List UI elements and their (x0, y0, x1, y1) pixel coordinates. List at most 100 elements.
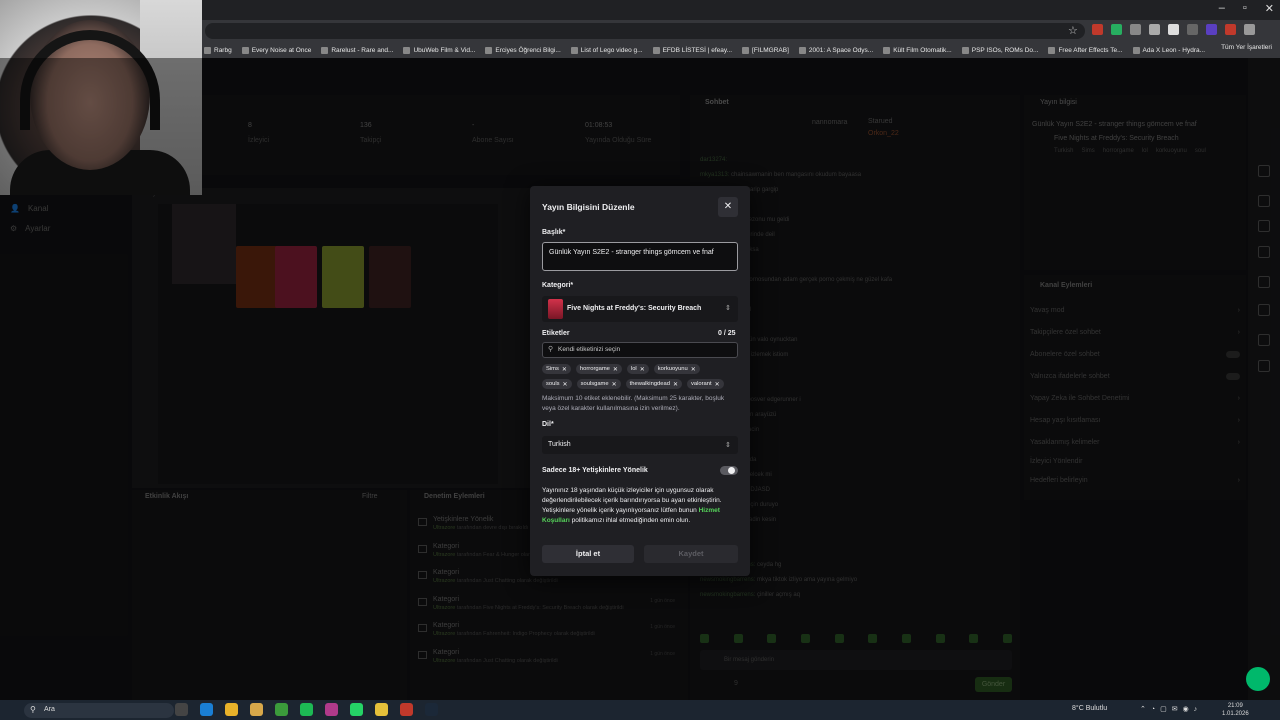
tag-chip[interactable]: thewalkingdead ✕ (625, 379, 682, 389)
search-icon: ⚲ (30, 705, 36, 714)
bookmark-favicon-icon (204, 46, 211, 54)
bookmark-star-icon[interactable]: ☆ (1068, 24, 1078, 37)
address-field[interactable] (205, 23, 1085, 39)
extension-icon[interactable] (1168, 24, 1179, 35)
system-tray[interactable]: ⌃◔▢✉◉♪ (1140, 705, 1202, 713)
cancel-button[interactable]: İptal et (542, 545, 634, 563)
tag-search-placeholder: Kendi etiketinizi seçin (558, 346, 621, 353)
remove-tag-icon[interactable]: ✕ (640, 366, 645, 373)
bookmark-favicon-icon (742, 46, 750, 54)
file-explorer-icon[interactable] (250, 703, 263, 716)
bookmark-favicon-icon (403, 46, 411, 54)
bookmark-item[interactable]: List of Lego video g... (570, 46, 643, 54)
bookmarks-bar: Rarbg Every Noise at Once Rarelust - Rare … (200, 42, 1280, 58)
bookmark-item[interactable]: Rarelust - Rare and... (321, 46, 393, 54)
extension-icon[interactable] (1225, 24, 1236, 35)
extensions-row (1092, 24, 1255, 35)
tag-chip[interactable]: souls ✕ (542, 379, 572, 389)
bookmark-item[interactable]: UbuWeb Film & Vid... (403, 46, 475, 54)
bookmark-item[interactable]: Rarbg (204, 46, 232, 54)
bookmark-item[interactable]: PSP ISOs, ROMs Do... (961, 46, 1038, 54)
tag-chip[interactable]: horrorgame ✕ (575, 364, 622, 374)
language-select[interactable] (542, 436, 738, 454)
mature-content-label: Sadece 18+ Yetişkinlere Yönelik (542, 467, 648, 474)
toggle-knob (728, 467, 735, 474)
taskbar-search-label: Ara (44, 706, 55, 713)
tag-chip[interactable]: lol ✕ (626, 364, 649, 374)
all-bookmarks-link[interactable]: Tüm Yer İşaretleri (1221, 44, 1272, 51)
bookmark-favicon-icon (570, 46, 578, 54)
window-controls: – ▫ ✕ (1219, 2, 1274, 15)
tag-list: souls ✕ soulsgame ✕ thewalkingdead ✕ valora… (542, 379, 724, 389)
bookmark-item[interactable]: EFDB LİSTESİ | efeay... (652, 46, 732, 54)
remove-tag-icon[interactable]: ✕ (691, 366, 696, 373)
title-input[interactable]: Günlük Yayın S2E2 - stranger things gömc… (542, 242, 738, 271)
category-thumbnail (548, 299, 563, 319)
minimize-icon[interactable]: – (1219, 2, 1225, 15)
bookmark-favicon-icon (241, 46, 249, 54)
clock[interactable]: 21:09 1.01.2026 (1222, 702, 1249, 718)
tag-chip[interactable]: korkuoyunu ✕ (653, 364, 700, 374)
modal-title: Yayın Bilgisini Düzenle (542, 202, 635, 212)
tag-list: Sims ✕ horrorgame ✕ lol ✕ korkuoyunu ✕ (542, 364, 700, 374)
app-icon[interactable] (325, 703, 338, 716)
steam-icon[interactable] (425, 703, 438, 716)
edge-icon[interactable] (200, 703, 213, 716)
extension-icon[interactable] (1206, 24, 1217, 35)
save-button[interactable]: Kaydet (644, 545, 738, 563)
bookmark-item[interactable]: Ada X Leon - Hydra... (1132, 46, 1205, 54)
tag-chip[interactable]: valorant ✕ (686, 379, 724, 389)
xbox-icon[interactable] (275, 703, 288, 716)
remove-tag-icon[interactable]: ✕ (562, 366, 567, 373)
tags-count: 0 / 25 (718, 330, 736, 337)
bookmark-favicon-icon (485, 46, 493, 54)
spotify-icon[interactable] (300, 703, 313, 716)
bookmark-favicon-icon (1048, 46, 1056, 54)
bookmark-item[interactable]: Every Noise at Once (241, 46, 311, 54)
tags-label: Etiketler (542, 330, 570, 337)
puzzle-icon[interactable] (1244, 24, 1255, 35)
search-icon: ⚲ (548, 346, 554, 353)
category-value: Five Nights at Freddy's: Security Breach (567, 305, 702, 312)
remove-tag-icon[interactable]: ✕ (715, 381, 720, 388)
bookmark-item[interactable]: [FILMGRAB] (742, 46, 789, 54)
remove-tag-icon[interactable]: ✕ (673, 381, 678, 388)
bookmark-item[interactable]: Erciyes Öğrenci Bilgi... (485, 46, 561, 54)
task-view-icon[interactable] (175, 703, 188, 716)
bookmark-favicon-icon (798, 46, 806, 54)
bookmark-favicon-icon (1132, 46, 1140, 54)
remove-tag-icon[interactable]: ✕ (563, 381, 568, 388)
close-window-icon[interactable]: ✕ (1265, 2, 1274, 15)
notes-icon[interactable] (375, 703, 388, 716)
extension-icon[interactable] (1111, 24, 1122, 35)
taskbar-apps (175, 703, 438, 716)
bookmark-favicon-icon (883, 46, 891, 54)
remove-tag-icon[interactable]: ✕ (613, 366, 618, 373)
maximize-icon[interactable]: ▫ (1243, 2, 1247, 15)
help-chat-icon[interactable] (1246, 667, 1270, 691)
language-value: Turkish (548, 441, 571, 448)
extension-icon[interactable] (1130, 24, 1141, 35)
extension-icon[interactable] (1092, 24, 1103, 35)
tag-chip[interactable]: soulsgame ✕ (576, 379, 621, 389)
extension-icon[interactable] (1149, 24, 1160, 35)
bookmark-item[interactable]: 2001: A Space Odys... (798, 46, 873, 54)
mature-content-help: Yayınınız 18 yaşından küçük izleyiciler … (542, 487, 722, 524)
chevron-updown-icon: ⇕ (725, 442, 731, 449)
language-label: Dil* (542, 421, 554, 428)
extension-icon[interactable] (1187, 24, 1198, 35)
chrome-icon[interactable] (225, 703, 238, 716)
bookmark-favicon-icon (961, 46, 969, 54)
tags-help-text: Maksimum 10 etiket eklenebilir. (Maksimu… (542, 395, 725, 412)
whatsapp-icon[interactable] (350, 703, 363, 716)
tag-chip[interactable]: Sims ✕ (542, 364, 571, 374)
category-label: Kategori* (542, 282, 574, 289)
obs-icon[interactable] (400, 703, 413, 716)
close-icon[interactable]: ✕ (718, 197, 738, 217)
weather[interactable]: 8°C Bulutlu (1072, 705, 1107, 712)
bookmark-favicon-icon (321, 46, 329, 54)
bookmark-item[interactable]: Free After Effects Te... (1048, 46, 1123, 54)
chevron-updown-icon: ⇕ (725, 305, 731, 312)
bookmark-item[interactable]: Kült Film Otomatik... (883, 46, 952, 54)
remove-tag-icon[interactable]: ✕ (612, 381, 617, 388)
